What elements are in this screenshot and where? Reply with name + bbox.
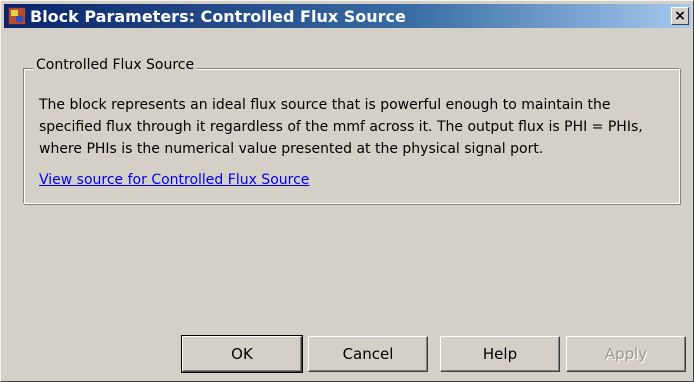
block-description: The block represents an ideal flux sourc… <box>39 97 643 157</box>
close-button[interactable]: × <box>671 7 689 25</box>
close-icon: × <box>674 8 686 24</box>
window-title: Block Parameters: Controlled Flux Source <box>30 6 406 26</box>
cancel-button[interactable]: Cancel <box>308 336 428 372</box>
ok-button[interactable]: OK <box>181 335 303 373</box>
group-legend: Controlled Flux Source <box>33 57 198 73</box>
simulink-block-icon <box>8 7 26 25</box>
view-source-link[interactable]: View source for Controlled Flux Source <box>39 172 309 188</box>
title-bar[interactable]: Block Parameters: Controlled Flux Source… <box>4 4 691 28</box>
help-button[interactable]: Help <box>440 336 560 372</box>
apply-button: Apply <box>566 336 686 372</box>
